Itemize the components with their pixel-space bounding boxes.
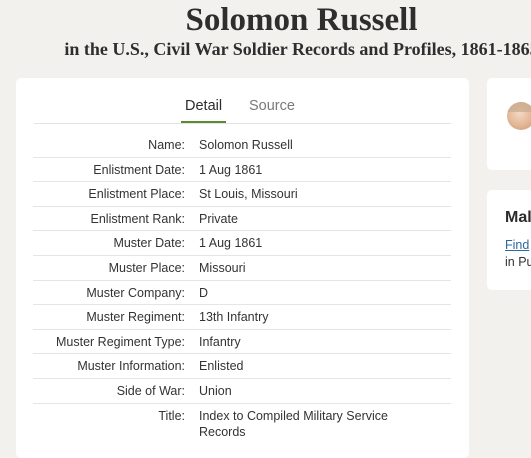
record-row-title: Title: Index to Compiled Military Servic…: [33, 404, 451, 444]
tab-detail[interactable]: Detail: [181, 98, 227, 124]
field-value: Union: [199, 383, 232, 398]
sidebar-card: Mal Find in Pu: [487, 190, 531, 290]
record-row-muster-company: Muster Company: D: [33, 281, 451, 306]
field-value: Enlisted: [199, 359, 244, 374]
field-label: Muster Date:: [113, 236, 185, 251]
field-value: D: [199, 285, 209, 300]
field-value: Solomon Russell: [199, 138, 293, 152]
record-row-muster-information: Muster Information: Enlisted: [33, 354, 451, 379]
record-row-muster-regiment: Muster Regiment: 13th Infantry: [33, 305, 451, 330]
tab-detail-label: Detail: [185, 98, 223, 114]
sidebar-text: in Pu: [505, 255, 531, 269]
tab-source-label: Source: [249, 98, 295, 114]
tab-bar: Detail Source: [16, 98, 469, 124]
record-row-muster-place: Muster Place: Missouri: [33, 256, 451, 281]
field-value: Index to Compiled Military Service Recor…: [199, 408, 388, 439]
sidebar-link[interactable]: Find: [505, 238, 529, 252]
field-value: 1 Aug 1861: [199, 236, 263, 251]
field-label: Enlistment Place:: [88, 187, 185, 202]
record-row-enlistment-rank: Enlistment Rank: Private: [33, 207, 451, 232]
record-row-enlistment-date: Enlistment Date: 1 Aug 1861: [33, 158, 451, 183]
field-value: St Louis, Missouri: [199, 187, 298, 202]
field-value: 13th Infantry: [199, 310, 269, 325]
field-label: Side of War:: [116, 383, 185, 398]
tabs-divider: [34, 123, 451, 124]
page-title: Solomon Russell: [185, 2, 418, 38]
field-label: Enlistment Date:: [93, 162, 185, 177]
field-label: Muster Company:: [86, 285, 185, 300]
field-label: Title:: [158, 408, 185, 423]
field-value: Missouri: [199, 260, 246, 275]
field-value: Private: [199, 211, 238, 226]
field-label: Muster Regiment Type:: [56, 334, 185, 349]
record-detail-card: Detail Source Name: Solomon Russell Enli…: [16, 78, 469, 458]
record-row-muster-regiment-type: Muster Regiment Type: Infantry: [33, 330, 451, 355]
record-table: Name: Solomon Russell Enlistment Date: 1…: [33, 133, 451, 444]
page-subtitle: in the U.S., Civil War Soldier Records a…: [64, 39, 531, 59]
avatar[interactable]: [507, 102, 531, 130]
record-row-side-of-war: Side of War: Union: [33, 379, 451, 404]
record-row-enlistment-place: Enlistment Place: St Louis, Missouri: [33, 182, 451, 207]
field-label: Enlistment Rank:: [90, 211, 185, 226]
record-row-name: Name: Solomon Russell: [33, 133, 451, 158]
field-label: Muster Place:: [108, 260, 185, 275]
field-label: Muster Information:: [77, 359, 185, 374]
field-label: Name:: [148, 138, 185, 152]
field-value: Infantry: [199, 334, 241, 349]
field-label: Muster Regiment:: [86, 310, 185, 325]
tab-source[interactable]: Source: [249, 98, 295, 114]
record-row-muster-date: Muster Date: 1 Aug 1861: [33, 231, 451, 256]
profile-card: [487, 78, 531, 170]
field-value: 1 Aug 1861: [199, 162, 263, 177]
sidebar-heading: Mal: [505, 209, 531, 226]
